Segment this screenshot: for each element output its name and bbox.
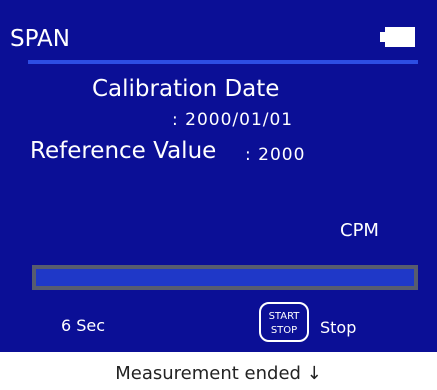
device-screen: SPAN Calibration Date : 2000/01/01 Refer… [0, 0, 437, 352]
battery-body [385, 27, 415, 47]
calibration-date-label: Calibration Date [92, 76, 280, 102]
calibration-date-value: : 2000/01/01 [172, 110, 294, 130]
status-text: Stop [320, 318, 357, 337]
start-stop-button[interactable]: START STOP [259, 302, 309, 342]
reference-value: : 2000 [245, 145, 306, 165]
progress-bar-fill [36, 269, 414, 286]
elapsed-time: 6 Sec [61, 316, 106, 335]
title-divider [28, 60, 418, 64]
stop-label: STOP [270, 324, 298, 336]
reference-value-label: Reference Value [30, 138, 217, 164]
unit-label: CPM [340, 220, 379, 241]
caption: Measurement ended ↓ [115, 363, 322, 384]
progress-bar [32, 265, 418, 290]
mode-title: SPAN [10, 26, 70, 52]
start-label: START [268, 310, 300, 322]
battery-icon [380, 27, 416, 47]
